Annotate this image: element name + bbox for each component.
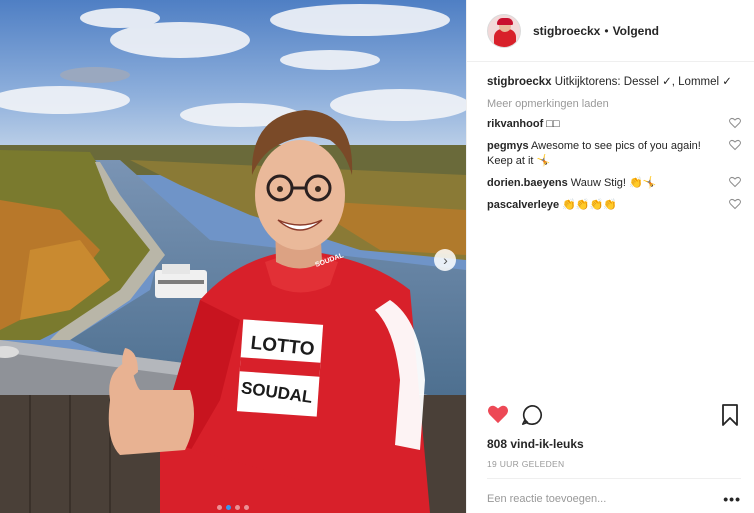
photo-scene: LOTTO SOUDAL SOUDAL [0, 0, 466, 513]
carousel-dot[interactable] [244, 505, 249, 510]
comment-like-heart-icon[interactable] [729, 139, 741, 151]
comment-text: □□ [546, 118, 560, 130]
comment-text: Wauw Stig! 👏🤸 [570, 177, 657, 189]
post-photo[interactable]: LOTTO SOUDAL SOUDAL › [0, 0, 466, 513]
header-separator: • [604, 23, 609, 38]
post-caption: stigbroeckx Uitkijktorens: Dessel ✓, Lom… [487, 74, 741, 90]
post-actions [487, 404, 741, 432]
comment-item: pascalverleye 👏👏👏👏 [487, 198, 741, 213]
add-comment-input[interactable] [487, 493, 697, 505]
comment-bubble-icon[interactable] [521, 404, 543, 426]
instagram-post: LOTTO SOUDAL SOUDAL › stigbroeckx • Volg… [0, 0, 754, 513]
comment-item: pegmys Awesome to see pics of you again!… [487, 139, 741, 169]
caption-text: Uitkijktorens: Dessel ✓, Lommel ✓ [554, 76, 732, 88]
carousel-indicator [0, 505, 466, 510]
next-photo-button[interactable]: › [434, 249, 456, 271]
load-more-comments-link[interactable]: Meer opmerkingen laden [487, 98, 741, 110]
comment-username[interactable]: dorien.baeyens [487, 177, 568, 189]
comment-text: 👏👏👏👏 [562, 199, 618, 211]
comment-list: rikvanhoof □□ pegmys Awesome to see pics … [487, 117, 741, 213]
follow-status-button[interactable]: Volgend [613, 24, 659, 38]
comment-item: rikvanhoof □□ [487, 117, 741, 132]
carousel-dot[interactable] [217, 505, 222, 510]
carousel-dot[interactable] [235, 505, 240, 510]
post-sidebar: stigbroeckx • Volgend stigbroeckx Uitkij… [466, 0, 754, 513]
more-options-button[interactable]: ••• [723, 491, 741, 507]
post-username[interactable]: stigbroeckx [533, 24, 600, 38]
post-header: stigbroeckx • Volgend [467, 0, 754, 62]
avatar[interactable] [487, 13, 521, 48]
comments-section: stigbroeckx Uitkijktorens: Dessel ✓, Lom… [487, 74, 741, 213]
chevron-right-icon: › [443, 252, 448, 268]
post-timestamp: 19 UUR GELEDEN [487, 459, 565, 469]
comment-username[interactable]: pascalverleye [487, 199, 559, 211]
carousel-dot[interactable] [226, 505, 231, 510]
comment-like-heart-icon[interactable] [729, 117, 741, 129]
add-comment-bar: ••• [487, 478, 741, 513]
comment-username[interactable]: rikvanhoof [487, 118, 543, 130]
like-count[interactable]: 808 vind-ik-leuks [487, 437, 584, 451]
comment-like-heart-icon[interactable] [729, 198, 741, 210]
comment-like-heart-icon[interactable] [729, 176, 741, 188]
like-heart-icon[interactable] [487, 404, 509, 424]
caption-username[interactable]: stigbroeckx [487, 76, 552, 88]
bookmark-icon[interactable] [721, 404, 739, 426]
comment-username[interactable]: pegmys [487, 140, 529, 152]
comment-item: dorien.baeyens Wauw Stig! 👏🤸 [487, 176, 741, 191]
